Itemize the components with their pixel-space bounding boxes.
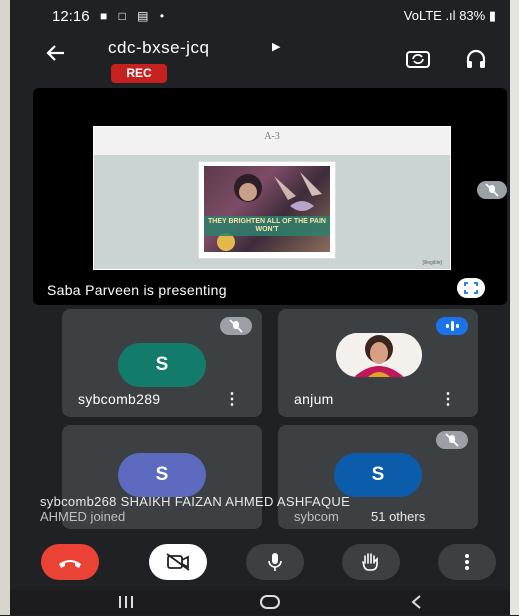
status-time: 12:16	[52, 8, 90, 25]
more-options-button[interactable]	[438, 544, 496, 580]
device-frame: 12:16 ■ □ ▤ • VoLTE .ıl 83% ▮ cdc-bxse-j…	[0, 0, 519, 615]
avatar-initial: S	[118, 453, 206, 497]
system-nav-bar	[10, 590, 510, 615]
presentation-stage[interactable]: A-3 THEY BRIGHTEN ALL OF THE PAIN WON'T	[33, 88, 507, 305]
home-icon[interactable]	[258, 593, 282, 616]
others-count[interactable]: 51 others	[371, 509, 425, 524]
join-notification-line2: AHMED joined	[40, 509, 126, 524]
join-notification: sybcomb268 SHAIKH FAIZAN AHMED ASHFAQUE	[40, 494, 485, 509]
headphones-icon[interactable]	[465, 48, 491, 70]
meet-screen: 12:16 ■ □ ▤ • VoLTE .ıl 83% ▮ cdc-bxse-j…	[10, 0, 510, 615]
end-call-button[interactable]	[41, 544, 99, 580]
frame-edge-right	[510, 0, 519, 615]
artwork-painting: THEY BRIGHTEN ALL OF THE PAIN WON'T	[204, 166, 330, 252]
more-options-icon[interactable]: ⋮	[440, 389, 456, 409]
battery-icon: ▮	[488, 8, 496, 23]
battery-level: 83%	[459, 8, 486, 23]
recent-apps-icon[interactable]	[115, 593, 137, 616]
status-right: VoLTE .ıl 83% ▮	[404, 8, 496, 24]
phone-hangup-icon	[59, 560, 81, 568]
participant-name: sybcomb289	[78, 391, 161, 407]
artwork-caption: THEY BRIGHTEN ALL OF THE PAIN WON'T	[208, 218, 326, 233]
mic-off-icon	[220, 317, 252, 335]
notification-icons: ■ □ ▤ •	[100, 9, 169, 23]
raise-hand-button[interactable]	[342, 544, 400, 580]
switch-camera-icon[interactable]	[405, 48, 431, 70]
presenter-mic-off-icon	[477, 181, 507, 204]
join-notification-line1: sybcomb268 SHAIKH FAIZAN AHMED ASHFAQUE	[40, 494, 351, 509]
participant-name: anjum	[294, 391, 334, 407]
fullscreen-icon[interactable]	[457, 278, 485, 298]
avatar-initial: S	[334, 453, 422, 497]
hand-icon	[362, 553, 378, 571]
video-off-icon	[166, 553, 190, 571]
camera-toggle-button[interactable]	[149, 544, 207, 580]
participant-tile-2[interactable]: anjum ⋮	[278, 309, 478, 417]
shared-slide: A-3 THEY BRIGHTEN ALL OF THE PAIN WON'T	[93, 126, 451, 270]
mic-icon	[268, 553, 282, 571]
mic-toggle-button[interactable]	[246, 544, 304, 580]
tile-name-partial: sybcom	[294, 509, 339, 524]
slide-heading: A-3	[264, 131, 280, 142]
avatar-initial: S	[118, 343, 206, 387]
recording-badge: REC	[111, 64, 167, 83]
presenting-label: Saba Parveen is presenting	[47, 282, 227, 298]
meeting-info-caret-icon[interactable]: ▶	[272, 40, 280, 53]
avatar-photo	[336, 333, 422, 377]
speaking-indicator-icon	[436, 317, 468, 335]
meeting-code[interactable]: cdc-bxse-jcq	[108, 38, 209, 58]
slide-artwork: THEY BRIGHTEN ALL OF THE PAIN WON'T	[198, 161, 336, 259]
more-vertical-icon	[465, 554, 469, 570]
status-bar: 12:16 ■ □ ▤ • VoLTE .ıl 83% ▮	[10, 6, 510, 28]
slide-footer: [illegible]	[422, 260, 442, 266]
participant-tile-1[interactable]: S sybcomb289 ⋮	[62, 309, 262, 417]
back-arrow-icon[interactable]	[45, 42, 67, 71]
frame-edge-left	[0, 0, 10, 615]
back-nav-icon[interactable]	[408, 593, 426, 616]
mic-off-icon	[436, 431, 468, 449]
more-options-icon[interactable]: ⋮	[224, 389, 240, 409]
network-indicator: VoLTE .ıl	[403, 8, 456, 23]
